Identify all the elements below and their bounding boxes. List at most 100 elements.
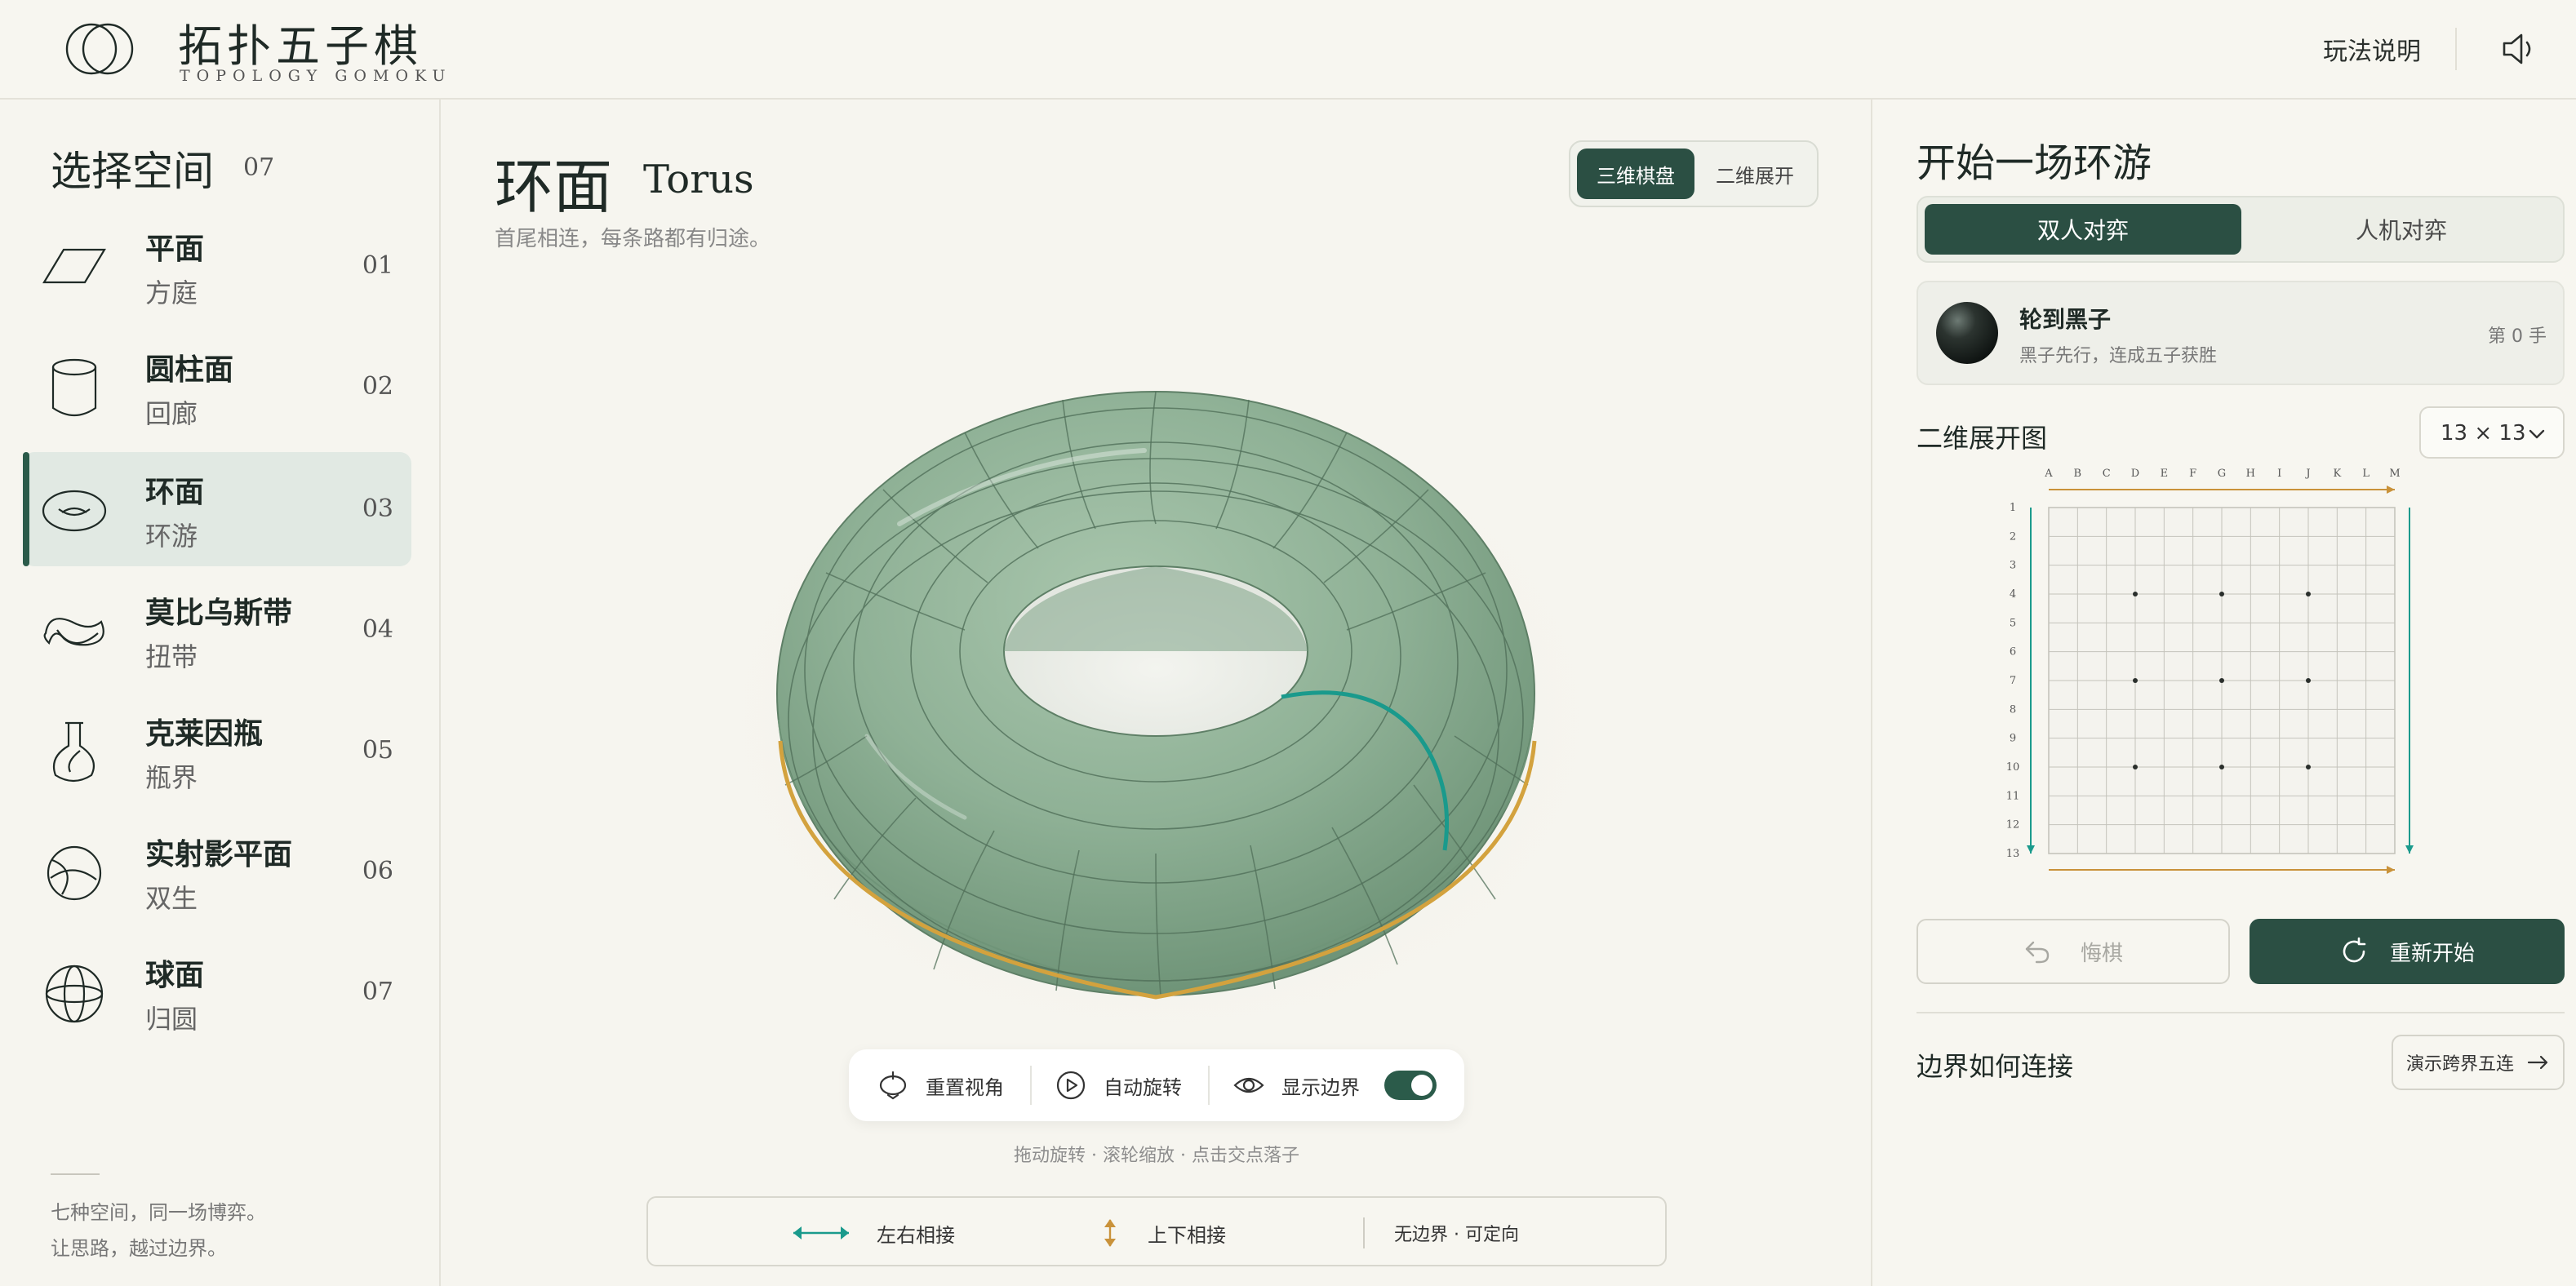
torus-board[interactable] (442, 279, 1871, 1128)
space-subtitle: 扭带 (145, 641, 198, 672)
space-subtitle: 回廊 (145, 398, 198, 429)
turn-title: 轮到黑子 (2019, 306, 2112, 333)
demo-cross-border-button[interactable]: 演示跨界五连 (2392, 1035, 2565, 1090)
reset-view-label: 重置视角 (926, 1075, 1004, 1099)
space-name: 克莱因瓶 (145, 716, 264, 751)
reset-view-button[interactable]: 重置视角 (877, 1049, 1004, 1121)
star-point (2219, 678, 2224, 683)
sidebar-divider (51, 1173, 100, 1175)
column-label: B (2074, 468, 2082, 480)
column-label: K (2333, 468, 2341, 480)
space-item-projective-plane[interactable]: 实射影平面 双生 06 (23, 814, 411, 929)
row-label: 5 (2010, 617, 2016, 629)
gold-arrowhead (2387, 866, 2395, 874)
board-size-value: 13 × 13 (2441, 421, 2526, 446)
star-point (2133, 678, 2138, 683)
demo-label: 演示跨界五连 (2405, 1054, 2514, 1075)
space-item-plane[interactable]: 平面 方庭 01 (23, 209, 411, 323)
arrow-right-icon (2527, 1055, 2548, 1070)
vertical-arrows-icon (1104, 1219, 1116, 1247)
row-label: 10 (2006, 761, 2020, 774)
view-controls: 重置视角 自动旋转 显示边界 (849, 1049, 1464, 1121)
app-header: 拓扑五子棋 TOPOLOGY GOMOKU 玩法说明 (0, 0, 2576, 100)
surface-motto: 首尾相连，每条路都有归途。 (495, 227, 771, 251)
column-label: I (2277, 468, 2281, 480)
edge-section-title: 边界如何连接 (1916, 1051, 2074, 1082)
legend-top-bottom: 上下相接 (1102, 1198, 1226, 1268)
help-link[interactable]: 玩法说明 (2323, 31, 2421, 67)
space-item-cylinder[interactable]: 圆柱面 回廊 02 (23, 330, 411, 444)
space-item-torus[interactable]: 环面 环游 03 (23, 452, 411, 566)
row-label: 8 (2010, 703, 2016, 716)
space-sidebar: 选择空间 07 平面 方庭 01 圆柱面 回廊 02 环面 环游 03 莫比乌斯… (0, 100, 441, 1286)
undo-label: 悔棋 (2080, 941, 2123, 966)
space-subtitle: 瓶界 (145, 762, 198, 793)
game-mode-selector: 双人对弈 人机对弈 (1916, 196, 2565, 263)
column-label: A (2044, 468, 2053, 480)
space-subtitle: 环游 (145, 521, 198, 552)
row-label: 11 (2006, 790, 2020, 802)
space-number: 04 (362, 615, 393, 644)
star-point (2219, 765, 2224, 769)
refresh-icon (2343, 937, 2366, 963)
star-point (2219, 592, 2224, 596)
speaker-icon[interactable] (2499, 29, 2540, 69)
panel-title: 开始一场环游 (1916, 140, 2152, 186)
plane-icon (42, 248, 106, 284)
restart-button[interactable]: 重新开始 (2250, 919, 2565, 984)
legend-top-bottom-label: 上下相接 (1148, 1223, 1226, 1247)
brand-title: 拓扑五子棋 (178, 20, 423, 72)
space-name: 莫比乌斯带 (145, 596, 293, 630)
space-name: 球面 (145, 958, 205, 992)
black-stone-icon (1936, 302, 1998, 364)
space-subtitle: 归圆 (145, 1004, 198, 1035)
space-name: 环面 (145, 475, 205, 509)
row-label: 9 (2010, 733, 2016, 745)
reset-view-icon (879, 1071, 907, 1100)
legend-left-right: 左右相接 (790, 1198, 955, 1268)
turn-subtitle: 黑子先行，连成五子获胜 (2019, 346, 2218, 366)
torus-icon (42, 490, 107, 532)
row-label: 7 (2010, 675, 2016, 687)
star-point (2306, 592, 2311, 596)
space-number: 05 (362, 736, 393, 765)
column-label: G (2218, 468, 2226, 480)
cylinder-icon (51, 358, 97, 417)
row-label: 4 (2010, 588, 2016, 601)
row-label: 6 (2010, 646, 2016, 659)
toggle-knob (1411, 1075, 1432, 1096)
space-number: 02 (362, 372, 393, 401)
legend-left-right-label: 左右相接 (877, 1223, 955, 1247)
auto-rotate-button[interactable]: 自动旋转 (1055, 1049, 1182, 1121)
mode-option-pvp[interactable]: 双人对弈 (1925, 204, 2241, 255)
space-number: 06 (362, 857, 393, 885)
column-label: M (2389, 468, 2400, 480)
mode-option-pve[interactable]: 人机对弈 (2245, 204, 2558, 255)
space-number: 07 (362, 978, 393, 1006)
panel-divider (1916, 1012, 2565, 1013)
space-item-mobius[interactable]: 莫比乌斯带 扭带 04 (23, 573, 411, 687)
undo-icon (2025, 941, 2050, 964)
board-size-select[interactable]: 13 × 13 (2419, 406, 2565, 459)
space-subtitle: 方庭 (145, 277, 198, 308)
space-item-klein-bottle[interactable]: 克莱因瓶 瓶界 05 (23, 694, 411, 808)
undo-button[interactable]: 悔棋 (1916, 919, 2230, 984)
sidebar-footer-line: 让思路，越过边界。 (51, 1237, 227, 1260)
surface-title-en: Torus (643, 157, 754, 202)
eye-icon (1233, 1077, 1264, 1093)
view-option-3d[interactable]: 三维棋盘 (1577, 149, 1694, 199)
unfolded-board[interactable]: A B C D E F G H I J K L M12345678910111213 (2003, 465, 2460, 889)
mobius-icon (43, 618, 104, 646)
view-option-2d[interactable]: 二维展开 (1698, 149, 1812, 199)
column-label: L (2362, 468, 2369, 480)
row-label: 3 (2010, 560, 2016, 572)
space-item-sphere[interactable]: 球面 归圆 07 (23, 935, 411, 1049)
sidebar-title: 选择空间 (51, 148, 214, 195)
show-border-toggle[interactable] (1384, 1071, 1437, 1100)
star-point (2133, 592, 2138, 596)
row-label: 2 (2010, 530, 2016, 543)
game-panel: 开始一场环游 双人对弈 人机对弈 轮到黑子 黑子先行，连成五子获胜 第 0 手 … (1871, 100, 2576, 1286)
horizontal-arrows-icon (793, 1226, 849, 1239)
show-border-control: 显示边界 (1232, 1049, 1360, 1121)
legend-divider (1363, 1217, 1365, 1248)
